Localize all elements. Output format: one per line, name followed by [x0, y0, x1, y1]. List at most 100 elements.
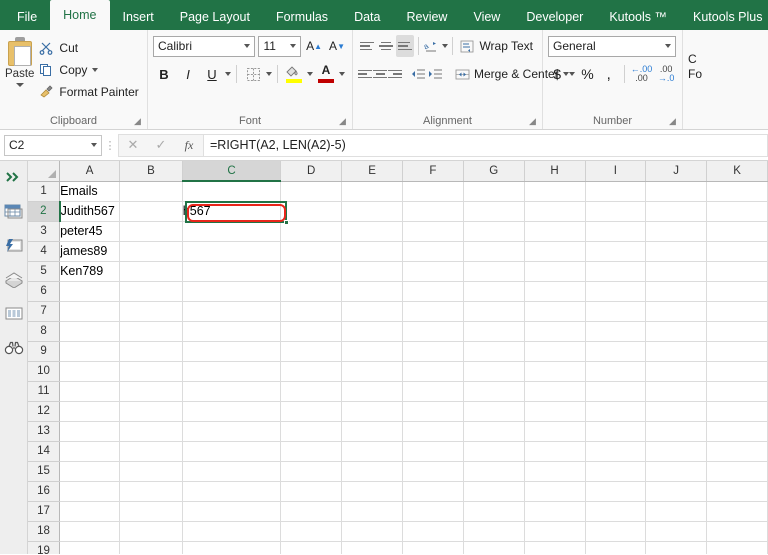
cell-D13[interactable]: [280, 421, 343, 442]
cell-F10[interactable]: [402, 361, 464, 382]
currency-caret-icon[interactable]: [569, 72, 576, 76]
cell-F3[interactable]: [402, 221, 464, 242]
column-header-C[interactable]: C: [182, 161, 282, 182]
cell-J19[interactable]: [645, 541, 708, 554]
cell-C13[interactable]: [182, 421, 282, 442]
fill-color-caret-icon[interactable]: [307, 72, 313, 76]
cell-K14[interactable]: [706, 441, 768, 462]
cell-A5[interactable]: Ken789: [59, 261, 120, 282]
cell-B16[interactable]: [119, 481, 183, 502]
cell-H3[interactable]: [524, 221, 586, 242]
cell-J13[interactable]: [645, 421, 708, 442]
row-header-8[interactable]: 8: [28, 321, 61, 342]
cell-G8[interactable]: [463, 321, 525, 342]
cell-C8[interactable]: [182, 321, 282, 342]
spreadsheet-grid[interactable]: ABCDEFGHIJK 1 Emails 2 Judith567 h567 3 peter4…: [28, 161, 768, 554]
column-header-D[interactable]: D: [280, 161, 343, 182]
cell-K1[interactable]: [706, 181, 768, 202]
cell-H18[interactable]: [524, 521, 586, 542]
ribbon-tab-kutools[interactable]: Kutools ™: [596, 4, 680, 30]
ribbon-tab-home[interactable]: Home: [50, 0, 110, 30]
ribbon-tab-data[interactable]: Data: [341, 4, 393, 30]
font-color-caret-icon[interactable]: [339, 72, 345, 76]
cell-I9[interactable]: [585, 341, 647, 362]
cell-K10[interactable]: [706, 361, 768, 382]
enter-formula-button[interactable]: ✓: [147, 135, 175, 156]
cell-E3[interactable]: [341, 221, 403, 242]
cell-C5[interactable]: [182, 261, 282, 282]
row-header-12[interactable]: 12: [28, 401, 61, 422]
align-center-button[interactable]: [373, 63, 387, 85]
cell-B14[interactable]: [119, 441, 183, 462]
underline-caret-icon[interactable]: [225, 72, 231, 76]
cell-E1[interactable]: [341, 181, 403, 202]
cell-I2[interactable]: [585, 201, 647, 222]
cell-C16[interactable]: [182, 481, 282, 502]
borders-button[interactable]: [242, 63, 264, 85]
cell-G10[interactable]: [463, 361, 525, 382]
cell-E16[interactable]: [341, 481, 403, 502]
cell-G6[interactable]: [463, 281, 525, 302]
cell-H13[interactable]: [524, 421, 586, 442]
decrease-font-size-button[interactable]: A ▼: [327, 35, 347, 57]
cell-K19[interactable]: [706, 541, 768, 554]
cell-E7[interactable]: [341, 301, 403, 322]
cell-I15[interactable]: [585, 461, 647, 482]
cell-G4[interactable]: [463, 241, 525, 262]
cell-E19[interactable]: [341, 541, 403, 554]
row-header-13[interactable]: 13: [28, 421, 61, 442]
cell-I10[interactable]: [585, 361, 647, 382]
cell-C17[interactable]: [182, 501, 282, 522]
cell-B4[interactable]: [119, 241, 183, 262]
cell-H6[interactable]: [524, 281, 586, 302]
align-right-button[interactable]: [388, 63, 402, 85]
cell-D14[interactable]: [280, 441, 343, 462]
column-header-G[interactable]: G: [463, 161, 525, 182]
cell-F13[interactable]: [402, 421, 464, 442]
cell-J14[interactable]: [645, 441, 708, 462]
font-name-combobox[interactable]: Calibri: [153, 35, 256, 57]
cell-E6[interactable]: [341, 281, 403, 302]
cell-A15[interactable]: [59, 461, 120, 482]
percent-button[interactable]: %: [578, 63, 596, 85]
cell-D10[interactable]: [280, 361, 343, 382]
align-middle-button[interactable]: [377, 35, 395, 57]
cell-K8[interactable]: [706, 321, 768, 342]
cell-J3[interactable]: [645, 221, 708, 242]
cell-H5[interactable]: [524, 261, 586, 282]
cell-C4[interactable]: [182, 241, 282, 262]
cell-A4[interactable]: james89: [59, 241, 120, 262]
cell-H17[interactable]: [524, 501, 586, 522]
cell-B9[interactable]: [119, 341, 183, 362]
cell-B19[interactable]: [119, 541, 183, 554]
ribbon-tab-developer[interactable]: Developer: [513, 4, 596, 30]
cell-A16[interactable]: [59, 481, 120, 502]
ribbon-tab-review[interactable]: Review: [393, 4, 460, 30]
row-header-10[interactable]: 10: [28, 361, 61, 382]
cell-F9[interactable]: [402, 341, 464, 362]
wrap-text-button[interactable]: Wrap Text: [456, 35, 537, 57]
cell-J9[interactable]: [645, 341, 708, 362]
cell-G16[interactable]: [463, 481, 525, 502]
column-header-A[interactable]: A: [59, 161, 120, 182]
flash-panel-icon[interactable]: [3, 235, 25, 255]
cell-A3[interactable]: peter45: [59, 221, 120, 242]
cell-I17[interactable]: [585, 501, 647, 522]
cell-H1[interactable]: [524, 181, 586, 202]
cell-D1[interactable]: [280, 181, 343, 202]
ribbon-tab-file[interactable]: File: [4, 4, 50, 30]
cell-H15[interactable]: [524, 461, 586, 482]
cell-J6[interactable]: [645, 281, 708, 302]
number-format-combobox[interactable]: General: [548, 35, 676, 57]
column-header-F[interactable]: F: [402, 161, 464, 182]
row-header-19[interactable]: 19: [28, 541, 61, 554]
cell-A17[interactable]: [59, 501, 120, 522]
cell-B12[interactable]: [119, 401, 183, 422]
cell-H19[interactable]: [524, 541, 586, 554]
cell-A14[interactable]: [59, 441, 120, 462]
fill-color-button[interactable]: [283, 63, 305, 85]
cell-F11[interactable]: [402, 381, 464, 402]
cell-B5[interactable]: [119, 261, 183, 282]
cell-J18[interactable]: [645, 521, 708, 542]
cell-K7[interactable]: [706, 301, 768, 322]
